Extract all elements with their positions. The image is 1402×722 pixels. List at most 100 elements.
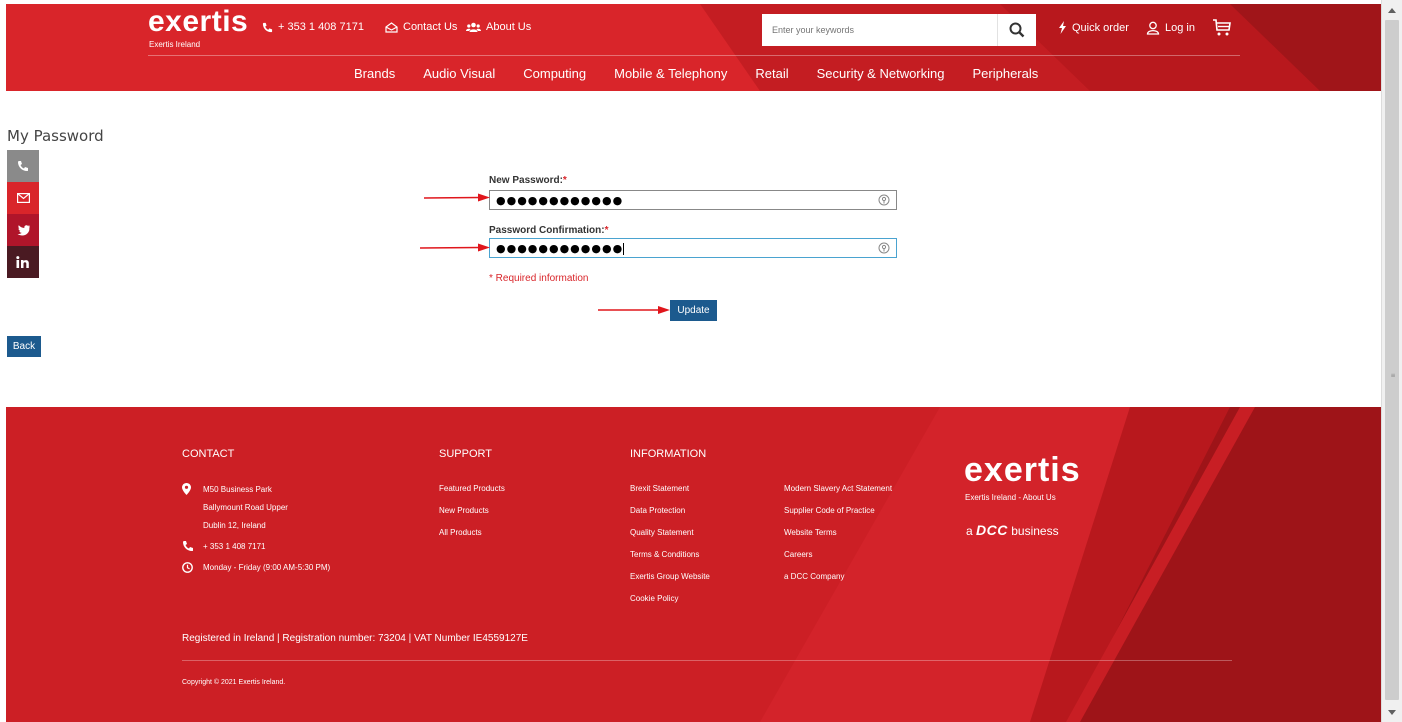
shopping-cart-icon [1213,19,1231,36]
quick-order-link[interactable]: Quick order [1058,21,1129,34]
site-footer: CONTACT SUPPORT INFORMATION M50 Business… [0,407,1381,722]
login-link[interactable]: Log in [1146,21,1195,35]
annotation-arrow-password-confirmation [420,243,490,252]
scroll-down-arrow-icon [1388,709,1396,715]
password-confirmation-dots: ●●●●●●●●●●●● [496,242,624,255]
footer-information-heading: INFORMATION [630,448,707,460]
page-title: My Password [7,127,104,145]
twitter-icon [17,224,30,235]
footer-hours: Monday - Friday (9:00 AM-5:30 PM) [203,563,331,572]
footer-link-careers[interactable]: Careers [784,550,812,559]
footer-link-supplier-code[interactable]: Supplier Code of Practice [784,506,875,515]
footer-contact-heading: CONTACT [182,448,235,460]
annotation-arrow-new-password [424,193,490,202]
search-icon [1009,22,1025,38]
nav-mobile-telephony[interactable]: Mobile & Telephony [614,66,727,81]
header-phone[interactable]: + 353 1 408 7171 [262,21,364,33]
map-marker-icon [182,483,191,495]
scrollbar-grip-icon: ≡ [1390,372,1396,379]
footer-link-cookie-policy[interactable]: Cookie Policy [630,594,678,603]
annotation-arrow-update [598,306,670,314]
nav-security-networking[interactable]: Security & Networking [817,66,945,81]
social-email-button[interactable] [7,182,39,214]
search-input[interactable] [762,14,997,46]
envelope-icon [16,193,30,203]
header-divider [148,55,1240,56]
dcc-brand: DCC [976,522,1008,538]
vertical-scrollbar[interactable]: ≡ [1381,0,1402,722]
user-icon [1146,21,1160,35]
envelope-open-icon [385,21,398,33]
text-caret [623,243,625,255]
footer-phone[interactable]: + 353 1 408 7171 [203,542,266,551]
footer-link-exertis-group-website[interactable]: Exertis Group Website [630,572,710,581]
new-password-label: New Password:* [489,175,567,186]
phone-icon [18,161,28,171]
password-confirmation-label-text: Password Confirmation: [489,225,605,236]
footer-registration-info: Registered in Ireland | Registration num… [182,633,528,644]
scroll-up-arrow-icon [1388,7,1396,13]
header-about-label: About Us [486,21,532,33]
new-password-value: ●●●●●●●●●●●● [496,194,624,207]
required-star: * [562,175,567,186]
scroll-down-button[interactable] [1384,704,1400,720]
nav-computing[interactable]: Computing [523,66,586,81]
main-navigation: Brands Audio Visual Computing Mobile & T… [354,66,1066,81]
social-sidebar [7,150,39,278]
footer-exertis-logo[interactable]: exertis [964,452,1081,488]
footer-link-website-terms[interactable]: Website Terms [784,528,837,537]
password-reveal-icon[interactable] [878,194,890,206]
footer-copyright: Copyright © 2021 Exertis Ireland. [182,679,286,686]
back-button[interactable]: Back [7,336,41,357]
logo-subtitle: Exertis Ireland [149,40,201,49]
header-phone-number: + 353 1 408 7171 [278,21,364,33]
social-twitter-button[interactable] [7,214,39,246]
required-star: * [604,225,609,236]
social-phone-button[interactable] [7,150,39,182]
browser-viewport: exertis Exertis Ireland + 353 1 408 7171… [0,0,1381,722]
footer-address-line-1: M50 Business Park [203,485,272,494]
social-linkedin-button[interactable] [7,246,39,278]
search-button[interactable] [997,14,1036,46]
footer-link-terms-conditions[interactable]: Terms & Conditions [630,550,699,559]
nav-retail[interactable]: Retail [755,66,788,81]
login-label: Log in [1165,22,1195,34]
footer-link-quality-statement[interactable]: Quality Statement [630,528,694,537]
footer-link-data-protection[interactable]: Data Protection [630,506,685,515]
exertis-logo[interactable]: exertis [148,6,248,38]
site-header: exertis Exertis Ireland + 353 1 408 7171… [0,4,1381,91]
required-information-note: * Required information [489,273,589,284]
footer-link-all-products[interactable]: All Products [439,528,482,537]
lightning-icon [1059,21,1066,34]
viewport-top-edge [0,0,1381,4]
footer-link-brexit-statement[interactable]: Brexit Statement [630,484,689,493]
nav-peripherals[interactable]: Peripherals [973,66,1039,81]
password-confirmation-field[interactable]: ●●●●●●●●●●●● [489,238,897,258]
quick-order-label: Quick order [1072,21,1129,34]
header-contact-label: Contact Us [403,21,458,33]
footer-address-line-2: Ballymount Road Upper [203,503,288,512]
footer-link-modern-slavery[interactable]: Modern Slavery Act Statement [784,484,892,493]
dcc-a: a [966,524,973,538]
nav-brands[interactable]: Brands [354,66,395,81]
nav-audio-visual[interactable]: Audio Visual [423,66,495,81]
new-password-label-text: New Password: [489,175,563,186]
cart-button[interactable] [1212,18,1232,38]
linkedin-icon [16,256,29,268]
dcc-business: business [1011,524,1059,538]
footer-address-line-3: Dublin 12, Ireland [203,521,266,530]
header-contact-link[interactable]: Contact Us [385,21,457,33]
scrollbar-thumb[interactable]: ≡ [1385,20,1399,700]
footer-link-dcc-company[interactable]: a DCC Company [784,572,844,581]
header-about-link[interactable]: About Us [466,21,531,33]
footer-divider [182,660,1232,661]
new-password-field[interactable]: ●●●●●●●●●●●● [489,190,897,210]
password-reveal-icon[interactable] [878,242,890,254]
phone-icon [183,541,193,551]
footer-link-new-products[interactable]: New Products [439,506,489,515]
scroll-up-button[interactable] [1384,2,1400,18]
phone-icon [262,22,273,32]
update-button[interactable]: Update [670,300,717,321]
footer-link-featured-products[interactable]: Featured Products [439,484,505,493]
footer-logo-subtitle[interactable]: Exertis Ireland - About Us [965,493,1056,502]
